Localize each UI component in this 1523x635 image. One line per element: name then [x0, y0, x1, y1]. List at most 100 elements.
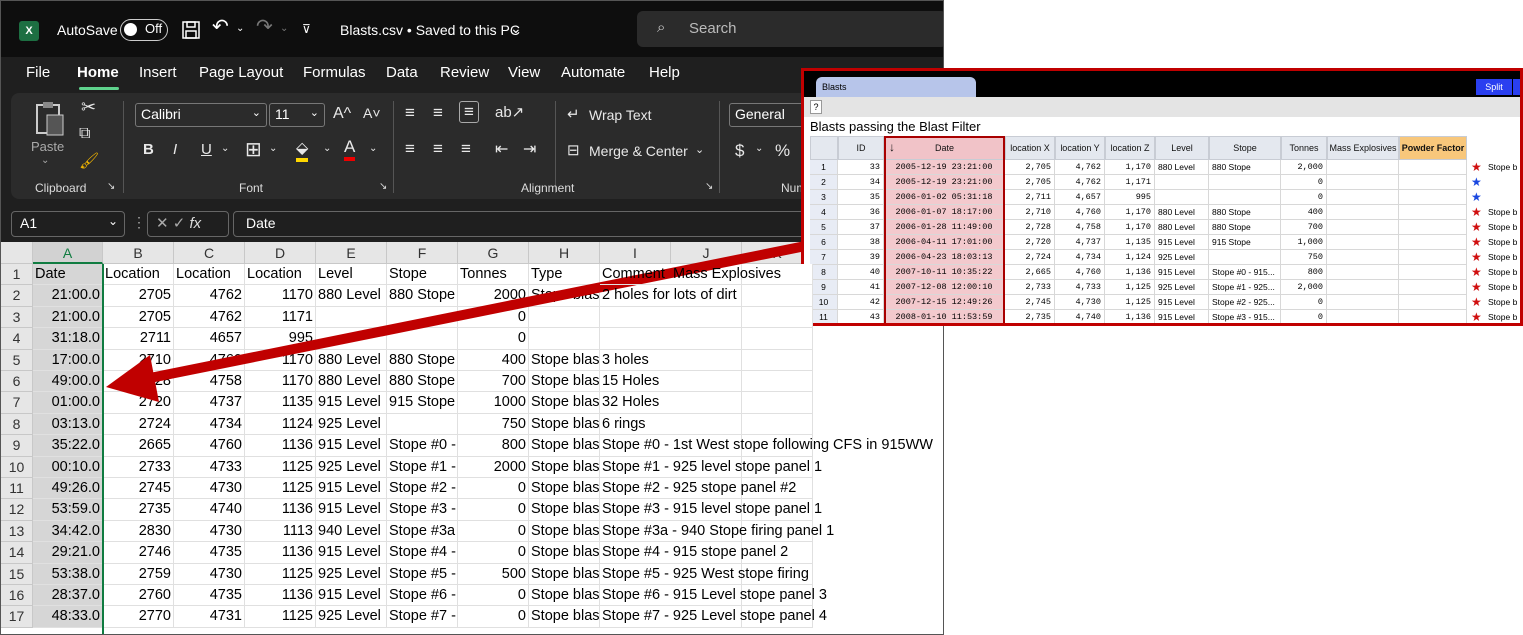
table-cell[interactable]: 1,000	[1281, 235, 1327, 250]
table-cell[interactable]: 3	[810, 190, 838, 205]
table-cell[interactable]: 33	[838, 160, 884, 175]
table-cell[interactable]	[1209, 250, 1281, 265]
table-cell[interactable]: 800	[1281, 265, 1327, 280]
cell[interactable]: 15 Holes	[600, 371, 671, 393]
cell[interactable]: Stope #2 - 925 stope panel #2	[600, 478, 796, 500]
table-cell[interactable]: 4,760	[1055, 205, 1105, 220]
table-cell[interactable]: 1,125	[1105, 280, 1155, 295]
cell[interactable]	[671, 306, 742, 329]
table-cell[interactable]: 2,705	[1005, 160, 1055, 175]
table-cell[interactable]: 4,762	[1055, 160, 1105, 175]
table-cell[interactable]	[1327, 160, 1399, 175]
table-cell[interactable]	[1327, 205, 1399, 220]
table-cell[interactable]: 9	[810, 280, 838, 295]
table-cell[interactable]	[1327, 250, 1399, 265]
table-cell[interactable]: 915 Stope	[1209, 235, 1281, 250]
table-cell[interactable]	[1399, 295, 1467, 310]
table-cell[interactable]	[1327, 175, 1399, 190]
table-cell[interactable]: Stope #0 - 915...	[1209, 265, 1281, 280]
table-cell[interactable]: 2,710	[1005, 205, 1055, 220]
cell[interactable]	[742, 285, 813, 307]
table-cell[interactable]: 880 Level	[1155, 160, 1209, 175]
cell[interactable]: Stope #7 - 925 Level stope panel 4	[600, 606, 827, 628]
table-cell[interactable]: 2,711	[1005, 190, 1055, 205]
table-cell[interactable]: 750	[1281, 250, 1327, 265]
table-cell[interactable]: 2,000	[1281, 280, 1327, 295]
table-cell[interactable]	[1399, 190, 1467, 205]
table-cell[interactable]: 0	[1281, 295, 1327, 310]
cell[interactable]	[600, 307, 671, 329]
table-cell[interactable]: 4,733	[1055, 280, 1105, 295]
cell[interactable]: 6 rings	[600, 414, 671, 436]
table-cell[interactable]: 4,657	[1055, 190, 1105, 205]
table-cell[interactable]: 925 Level	[1155, 250, 1209, 265]
column-header-mass-explosives[interactable]: Mass Explosives	[1327, 136, 1399, 160]
cell[interactable]	[671, 371, 742, 393]
table-cell[interactable]: 4,762	[1055, 175, 1105, 190]
table-cell[interactable]: 6	[810, 235, 838, 250]
table-cell[interactable]	[1327, 265, 1399, 280]
cell[interactable]: Stope #1 - 925 level stope panel 1	[600, 457, 822, 478]
table-cell[interactable]: 11	[810, 310, 838, 323]
table-cell[interactable]: 995	[1105, 190, 1155, 205]
cell[interactable]	[742, 371, 813, 393]
column-header-location-y[interactable]: location Y	[1055, 136, 1105, 160]
column-header-id[interactable]: ID	[838, 136, 884, 160]
table-cell[interactable]: 1,171	[1105, 175, 1155, 190]
table-cell[interactable]: 34	[838, 175, 884, 190]
table-cell[interactable]	[1327, 295, 1399, 310]
table-cell[interactable]: 915 Level	[1155, 235, 1209, 250]
table-cell[interactable]: 880 Stope	[1209, 220, 1281, 235]
table-cell[interactable]	[1399, 235, 1467, 250]
split-dropdown[interactable]	[1513, 79, 1520, 95]
table-cell[interactable]: 0	[1281, 310, 1327, 323]
table-cell[interactable]	[1399, 175, 1467, 190]
cell[interactable]: Mass Explosives	[671, 264, 781, 286]
table-cell[interactable]: 37	[838, 220, 884, 235]
table-cell[interactable]: 1,136	[1105, 310, 1155, 323]
cell[interactable]: Stope #3 - 915 level stope panel 1	[600, 499, 822, 521]
table-cell[interactable]: 1	[810, 160, 838, 175]
cell[interactable]: 3 holes	[600, 350, 671, 371]
table-cell[interactable]: 880 Stope	[1209, 160, 1281, 175]
table-cell[interactable]: 2,724	[1005, 250, 1055, 265]
cell[interactable]: 32 Holes	[600, 392, 671, 414]
table-cell[interactable]: 1,125	[1105, 295, 1155, 310]
table-cell[interactable]	[1155, 175, 1209, 190]
table-cell[interactable]: 1,136	[1105, 265, 1155, 280]
table-cell[interactable]	[1399, 205, 1467, 220]
table-cell[interactable]	[1327, 235, 1399, 250]
column-header-index[interactable]	[810, 136, 838, 160]
table-cell[interactable]	[1209, 190, 1281, 205]
table-cell[interactable]: 2,728	[1005, 220, 1055, 235]
table-cell[interactable]: 0	[1281, 190, 1327, 205]
table-cell[interactable]: 36	[838, 205, 884, 220]
table-cell[interactable]: 2,745	[1005, 295, 1055, 310]
table-cell[interactable]: 2,720	[1005, 235, 1055, 250]
table-cell[interactable]: 880 Stope	[1209, 205, 1281, 220]
cell[interactable]: Comment	[600, 264, 671, 286]
table-cell[interactable]: 2,665	[1005, 265, 1055, 280]
cell[interactable]	[742, 328, 813, 350]
cell[interactable]: Stope #6 - 915 Level stope panel 3	[600, 585, 827, 607]
cell[interactable]: Stope #3a - 940 Stope firing panel 1	[600, 521, 834, 543]
table-cell[interactable]: 915 Level	[1155, 310, 1209, 323]
table-cell[interactable]: 0	[1281, 175, 1327, 190]
column-header-powder-factor[interactable]: Powder Factor	[1399, 136, 1467, 160]
table-cell[interactable]: 880 Level	[1155, 205, 1209, 220]
cell[interactable]	[742, 349, 813, 371]
column-header-stope[interactable]: Stope	[1209, 136, 1281, 160]
table-cell[interactable]: 4,740	[1055, 310, 1105, 323]
table-cell[interactable]	[1209, 175, 1281, 190]
table-cell[interactable]	[1327, 190, 1399, 205]
table-cell[interactable]	[1327, 280, 1399, 295]
table-cell[interactable]: 2,705	[1005, 175, 1055, 190]
table-cell[interactable]: 700	[1281, 220, 1327, 235]
cell[interactable]	[671, 328, 742, 350]
cell[interactable]: Stope #5 - 925 West stope firing	[600, 564, 809, 585]
table-cell[interactable]: 4,730	[1055, 295, 1105, 310]
help-button[interactable]: ?	[810, 100, 822, 114]
table-cell[interactable]: 38	[838, 235, 884, 250]
table-cell[interactable]: 39	[838, 250, 884, 265]
table-cell[interactable]: 2,000	[1281, 160, 1327, 175]
